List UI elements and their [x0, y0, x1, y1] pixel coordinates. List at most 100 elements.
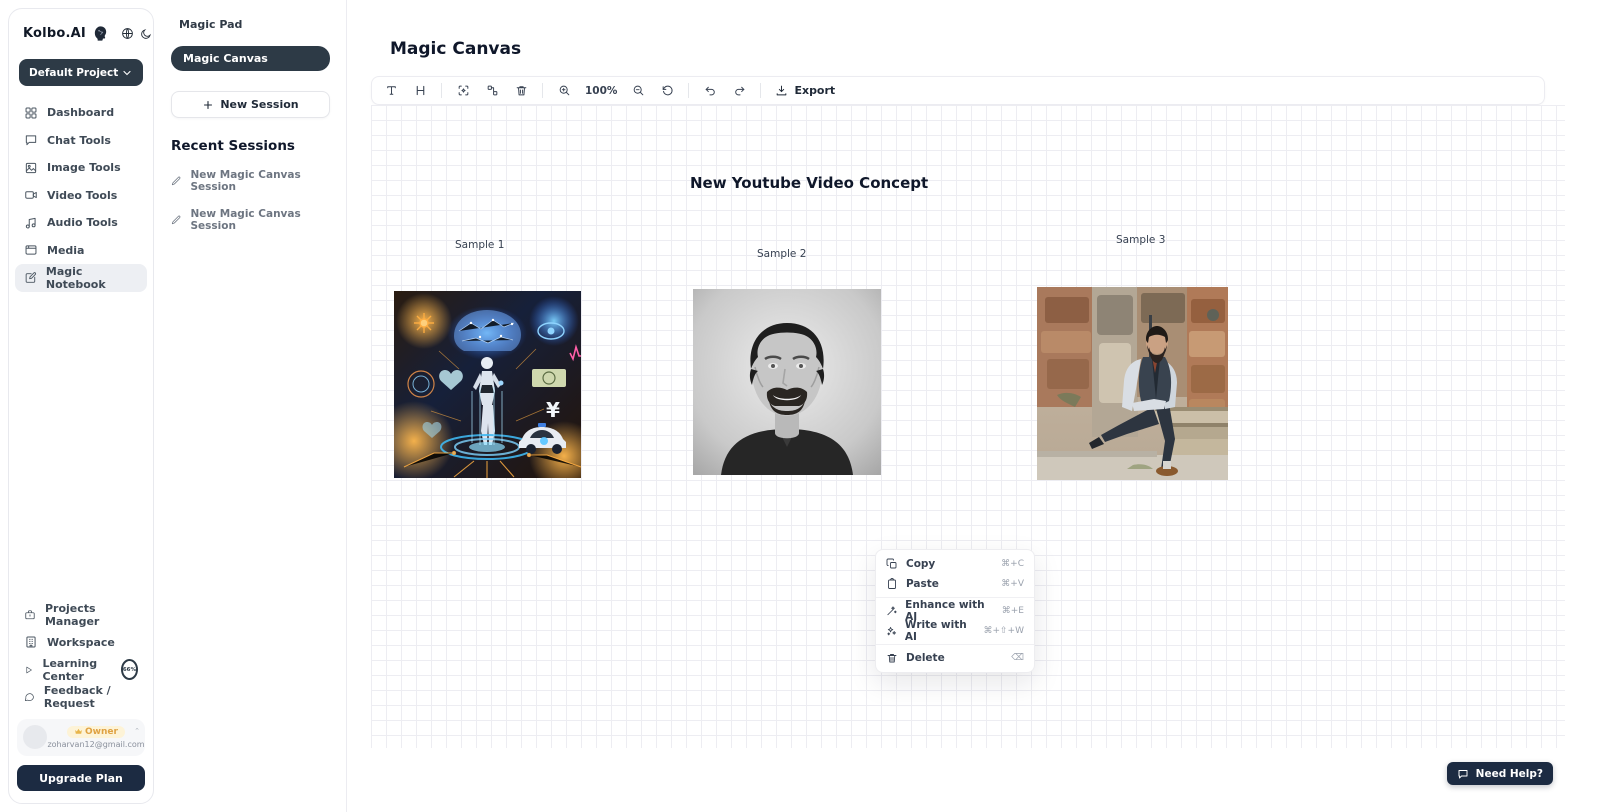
- image-icon: [24, 161, 38, 175]
- sparkles-icon: [886, 625, 897, 637]
- sidebar-item-chat-tools[interactable]: Chat Tools: [15, 127, 147, 155]
- toolbar-separator: [760, 83, 761, 98]
- main-area: Magic Canvas 100%: [347, 0, 1600, 812]
- avatar: [23, 725, 47, 749]
- media-folder-icon: [24, 243, 38, 257]
- zoom-in-icon: [558, 84, 571, 97]
- moon-icon: [140, 28, 152, 40]
- sample-1-image[interactable]: ¥: [394, 291, 581, 478]
- owner-badge-label: Owner: [85, 727, 118, 737]
- chevron-down-icon: [121, 67, 133, 79]
- context-menu-item-write-with-ai[interactable]: Write with AI ⌘+⇧+W: [876, 621, 1034, 641]
- sidebar-item-dashboard[interactable]: Dashboard: [15, 99, 147, 127]
- select-scan-icon: [457, 84, 470, 97]
- upgrade-plan-button[interactable]: Upgrade Plan: [17, 765, 145, 791]
- zoom-out-icon: [632, 84, 645, 97]
- language-button[interactable]: [121, 27, 134, 40]
- head-circuit-icon: [92, 25, 109, 42]
- sidebar-item-label: Magic Notebook: [46, 265, 138, 291]
- sidebar-item-audio-tools[interactable]: Audio Tools: [15, 209, 147, 237]
- zoom-in-button[interactable]: [553, 80, 575, 102]
- session-item-label: New Magic Canvas Session: [191, 169, 331, 193]
- sidebar-item-label: Dashboard: [47, 106, 114, 119]
- video-icon: [24, 188, 38, 202]
- context-menu-shortcut: ⌘+V: [1001, 579, 1024, 589]
- undo-icon: [704, 84, 717, 97]
- need-help-label: Need Help?: [1476, 768, 1543, 780]
- sidebar-item-label: Image Tools: [47, 161, 121, 174]
- sidebar-item-label: Projects Manager: [45, 602, 138, 628]
- panel-item-magic-canvas[interactable]: Magic Canvas: [171, 46, 330, 71]
- message-circle-icon: [24, 690, 35, 704]
- export-button[interactable]: Export: [771, 84, 839, 97]
- notebook-pen-icon: [24, 271, 37, 285]
- dashboard-icon: [24, 106, 38, 120]
- magic-canvas-workspace[interactable]: New Youtube Video Concept Sample 1 Sampl…: [371, 105, 1565, 748]
- select-scan-tool-button[interactable]: [452, 80, 474, 102]
- new-session-button[interactable]: New Session: [171, 91, 330, 118]
- sidebar-item-media[interactable]: Media: [15, 237, 147, 265]
- sample-3-image[interactable]: [1037, 287, 1228, 480]
- panel-item-magic-pad[interactable]: Magic Pad: [171, 14, 330, 35]
- canvas-label-sample-3[interactable]: Sample 3: [1116, 234, 1165, 246]
- delete-tool-button[interactable]: [510, 80, 532, 102]
- sidebar-item-video-tools[interactable]: Video Tools: [15, 182, 147, 210]
- secondary-nav: Projects Manager Workspace Learning Cent…: [15, 601, 147, 711]
- sample-2-image[interactable]: [693, 289, 881, 475]
- trash-icon: [886, 652, 898, 664]
- theme-toggle-button[interactable]: [140, 28, 152, 40]
- sidebar-item-label: Chat Tools: [47, 134, 111, 147]
- toolbar-separator: [441, 83, 442, 98]
- wand-sparkle-icon: [886, 605, 897, 617]
- session-list-item[interactable]: New Magic Canvas Session: [171, 208, 330, 232]
- sidebar-item-label: Learning Center: [42, 657, 109, 683]
- context-menu-label: Write with AI: [905, 619, 976, 643]
- context-menu-shortcut: ⌘+E: [1002, 606, 1024, 616]
- crown-icon: [74, 727, 83, 736]
- sidebar-item-label: Workspace: [47, 636, 115, 649]
- context-menu-item-delete[interactable]: Delete ⌫: [876, 648, 1034, 668]
- context-menu-item-paste[interactable]: Paste ⌘+V: [876, 574, 1034, 594]
- canvas-text-object[interactable]: New Youtube Video Concept: [690, 174, 928, 192]
- context-menu-label: Copy: [906, 558, 935, 570]
- reset-view-button[interactable]: [656, 80, 678, 102]
- plus-icon: [202, 99, 214, 111]
- redo-button[interactable]: [728, 80, 750, 102]
- connector-nodes-icon: [486, 84, 499, 97]
- context-menu-item-enhance-with-ai[interactable]: Enhance with AI ⌘+E: [876, 601, 1034, 621]
- text-tool-icon: [385, 84, 398, 97]
- sidebar-item-feedback[interactable]: Feedback / Request: [15, 684, 147, 712]
- connector-tool-button[interactable]: [481, 80, 503, 102]
- project-selector[interactable]: Default Project: [19, 59, 143, 86]
- globe-icon: [121, 27, 134, 40]
- context-menu-shortcut: ⌘+⇧+W: [983, 626, 1024, 636]
- download-icon: [775, 84, 788, 97]
- sidebar-item-projects-manager[interactable]: Projects Manager: [15, 601, 147, 629]
- text-tool-button[interactable]: [380, 80, 402, 102]
- canvas-label-sample-2[interactable]: Sample 2: [757, 248, 806, 260]
- clipboard-icon: [886, 578, 898, 590]
- session-item-label: New Magic Canvas Session: [191, 208, 331, 232]
- chat-icon: [24, 133, 38, 147]
- context-menu-item-copy[interactable]: Copy ⌘+C: [876, 554, 1034, 574]
- chevron-up-icon: ⌃: [134, 727, 140, 735]
- context-menu-label: Paste: [906, 578, 939, 590]
- sidebar-item-image-tools[interactable]: Image Tools: [15, 154, 147, 182]
- context-menu-separator: [876, 644, 1034, 645]
- briefcase-icon: [24, 608, 36, 622]
- context-menu-shortcut: ⌘+C: [1001, 559, 1024, 569]
- sidebar-item-learning-center[interactable]: Learning Center 66%: [15, 656, 147, 684]
- session-list-item[interactable]: New Magic Canvas Session: [171, 169, 330, 193]
- sidebar-item-magic-notebook[interactable]: Magic Notebook: [15, 264, 147, 292]
- page-title: Magic Canvas: [390, 39, 521, 59]
- heading-tool-button[interactable]: [409, 80, 431, 102]
- app-window: Kolbo.AI Default Project: [0, 0, 1600, 812]
- user-account-card[interactable]: Owner zoharvan12@gmail.com ⌃: [17, 719, 145, 756]
- canvas-label-sample-1[interactable]: Sample 1: [455, 239, 504, 251]
- sidebar-item-label: Feedback / Request: [44, 684, 138, 710]
- need-help-button[interactable]: Need Help?: [1447, 762, 1553, 785]
- user-email: zoharvan12@gmail.com: [47, 740, 144, 749]
- sidebar-item-workspace[interactable]: Workspace: [15, 629, 147, 657]
- zoom-out-button[interactable]: [627, 80, 649, 102]
- undo-button[interactable]: [699, 80, 721, 102]
